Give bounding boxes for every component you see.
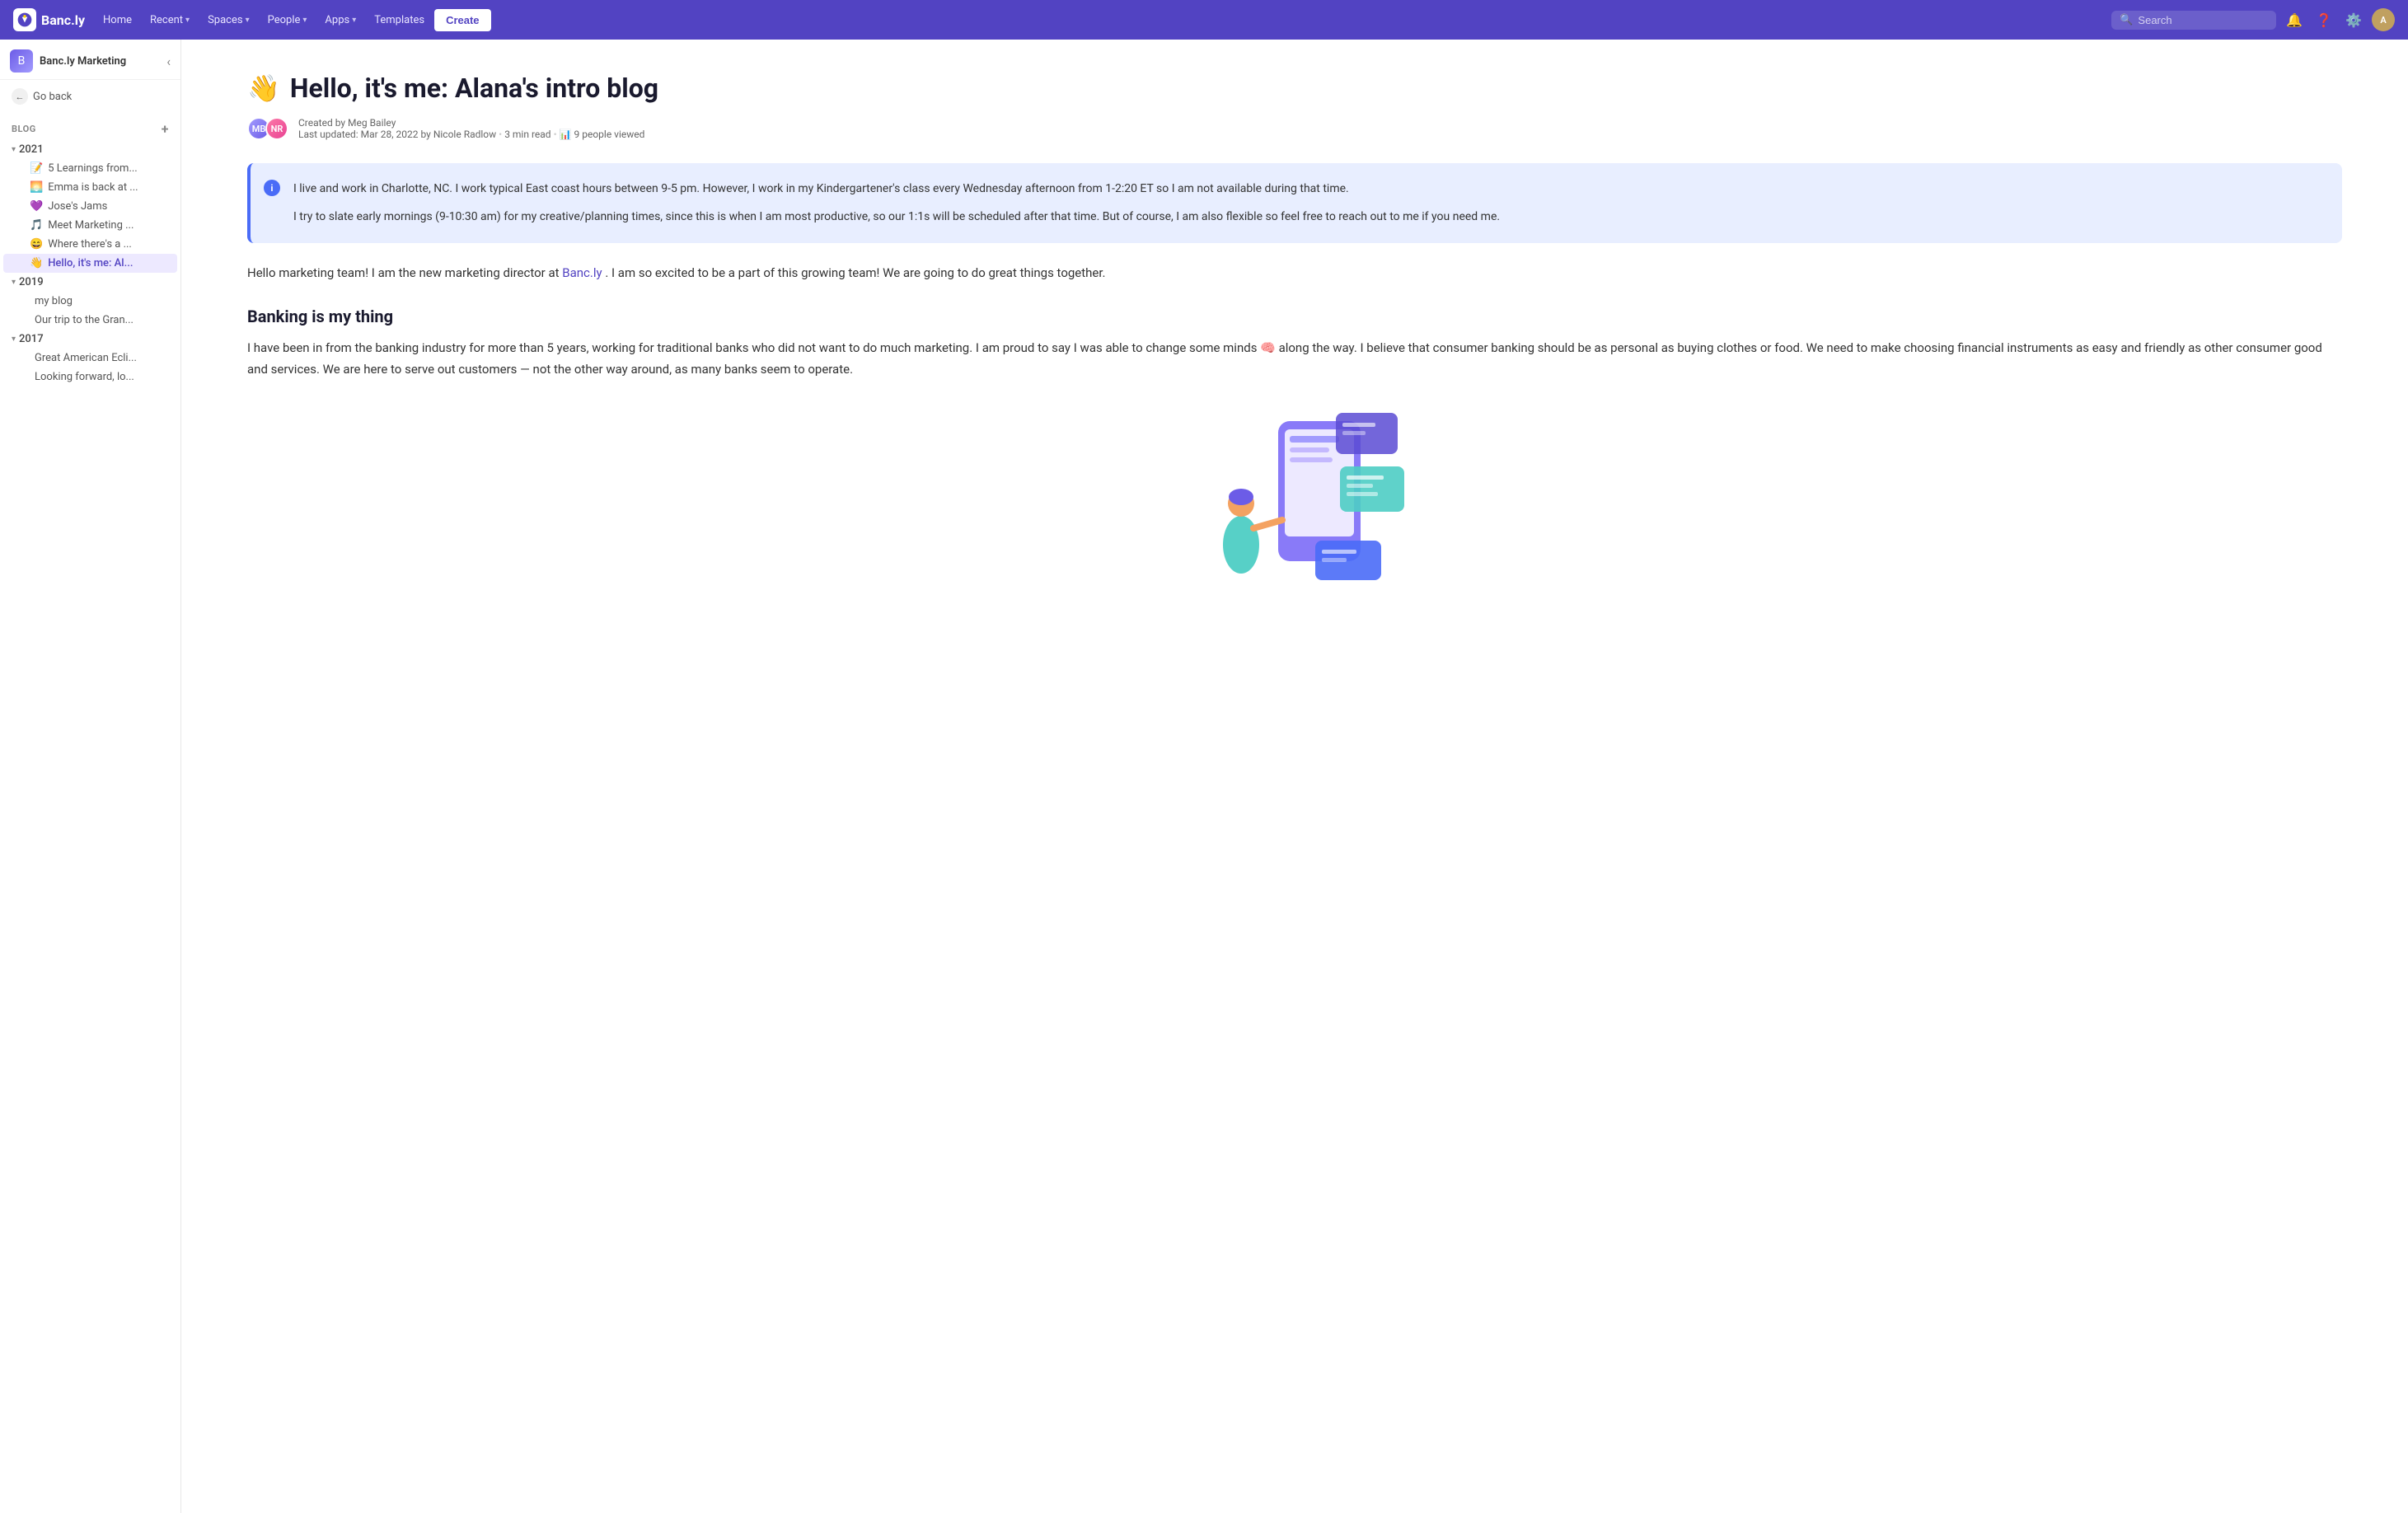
title-emoji: 👋 [247, 73, 280, 104]
space-name: Banc.ly Marketing [40, 55, 160, 68]
item-icon: 👋 [30, 257, 43, 269]
main-nav: Home Recent ▾ Spaces ▾ People ▾ Apps ▾ T… [95, 9, 2108, 31]
sidebar-year-2021[interactable]: ▾ 2021 [0, 140, 180, 159]
sidebar-item-5learnings[interactable]: 📝 5 Learnings from... [3, 159, 177, 178]
sidebar-item-eclipse[interactable]: Great American Ecli... [3, 349, 177, 368]
item-icon: 📝 [30, 162, 43, 175]
item-icon: 🎵 [30, 219, 43, 232]
item-icon: 😄 [30, 238, 43, 251]
app-name: Banc.ly [41, 12, 85, 28]
sidebar-item-emma[interactable]: 🌅 Emma is back at ... [3, 178, 177, 197]
search-icon: 🔍 [2120, 14, 2133, 26]
notifications-icon[interactable]: 🔔 [2283, 9, 2306, 31]
go-back-button[interactable]: ← Go back [0, 80, 180, 113]
chevron-down-icon: ▾ [185, 16, 190, 25]
topnav-right: 🔍 🔔 ❓ ⚙️ A [2111, 8, 2395, 31]
chevron-icon: ▾ [12, 278, 16, 287]
back-icon: ← [12, 88, 28, 105]
last-updated: Last updated: Mar 28, 2022 by Nicole Rad… [298, 129, 644, 140]
sidebar-item-gran-trip[interactable]: Our trip to the Gran... [3, 311, 177, 330]
collapse-sidebar-button[interactable]: ‹ [166, 54, 171, 69]
space-icon: B [10, 49, 33, 73]
page-title: Hello, it's me: Alana's intro blog [290, 73, 658, 104]
info-icon: i [264, 180, 280, 196]
sidebar-item-my-blog[interactable]: my blog [3, 292, 177, 311]
app-logo[interactable]: Banc.ly [13, 8, 85, 31]
info-paragraph-2: I try to slate early mornings (9-10:30 a… [293, 208, 2322, 226]
chevron-icon: ▾ [12, 145, 16, 154]
sidebar-section-header: BLOG + [0, 113, 180, 140]
chevron-icon: ▾ [12, 335, 16, 344]
page-meta: MB NR Created by Meg Bailey Last updated… [247, 117, 2342, 140]
sidebar-year-2017[interactable]: ▾ 2017 [0, 330, 180, 349]
sidebar-item-looking-forward[interactable]: Looking forward, lo... [3, 368, 177, 386]
search-bar[interactable]: 🔍 [2111, 11, 2276, 30]
created-by: Created by Meg Bailey [298, 117, 644, 129]
info-paragraph-1: I live and work in Charlotte, NC. I work… [293, 180, 2322, 198]
banking-illustration [247, 405, 2342, 586]
info-content: I live and work in Charlotte, NC. I work… [270, 180, 2322, 227]
top-navigation: Banc.ly Home Recent ▾ Spaces ▾ People ▾ … [0, 0, 2408, 40]
chevron-down-icon: ▾ [302, 16, 307, 25]
user-avatar[interactable]: A [2372, 8, 2395, 31]
help-icon[interactable]: ❓ [2312, 9, 2335, 31]
sidebar-header: B Banc.ly Marketing ‹ [0, 40, 180, 80]
page-title-row: 👋 Hello, it's me: Alana's intro blog [247, 73, 2342, 104]
sidebar-item-meet-marketing[interactable]: 🎵 Meet Marketing ... [3, 216, 177, 235]
nav-recent[interactable]: Recent ▾ [142, 9, 198, 31]
add-blog-button[interactable]: + [162, 121, 169, 137]
banking-section-heading: Banking is my thing [247, 307, 2342, 326]
sidebar-item-hello-alana[interactable]: 👋 Hello, it's me: Al... [3, 254, 177, 273]
meta-info: Created by Meg Bailey Last updated: Mar … [298, 117, 644, 140]
banking-paragraph: I have been in from the banking industry… [247, 338, 2342, 380]
settings-icon[interactable]: ⚙️ [2342, 9, 2365, 31]
sidebar-item-joses-jams[interactable]: 💜 Jose's Jams [3, 197, 177, 216]
views-icon: 📊 [560, 129, 574, 140]
search-input[interactable] [2138, 14, 2268, 26]
sidebar-item-where-theres[interactable]: 😄 Where there's a ... [3, 235, 177, 254]
sidebar: B Banc.ly Marketing ‹ ← Go back BLOG + ▾… [0, 40, 181, 1513]
chevron-down-icon: ▾ [352, 16, 356, 25]
nav-people[interactable]: People ▾ [260, 9, 316, 31]
nav-templates[interactable]: Templates [366, 9, 433, 31]
intro-paragraph: Hello marketing team! I am the new marke… [247, 263, 2342, 284]
item-icon: 🌅 [30, 181, 43, 194]
main-content: 👋 Hello, it's me: Alana's intro blog MB … [181, 40, 2408, 1513]
info-callout-box: i I live and work in Charlotte, NC. I wo… [247, 163, 2342, 243]
nav-apps[interactable]: Apps ▾ [316, 9, 364, 31]
chevron-down-icon: ▾ [246, 16, 250, 25]
page-layout: B Banc.ly Marketing ‹ ← Go back BLOG + ▾… [0, 40, 2408, 1513]
bancly-link[interactable]: Banc.ly [562, 265, 602, 280]
sidebar-year-2019[interactable]: ▾ 2019 [0, 273, 180, 292]
avatar-nicole: NR [265, 117, 288, 140]
item-icon: 💜 [30, 200, 43, 213]
author-avatars: MB NR [247, 117, 288, 140]
nav-home[interactable]: Home [95, 9, 140, 31]
create-button[interactable]: Create [434, 9, 490, 31]
logo-icon [13, 8, 36, 31]
nav-spaces[interactable]: Spaces ▾ [199, 9, 258, 31]
